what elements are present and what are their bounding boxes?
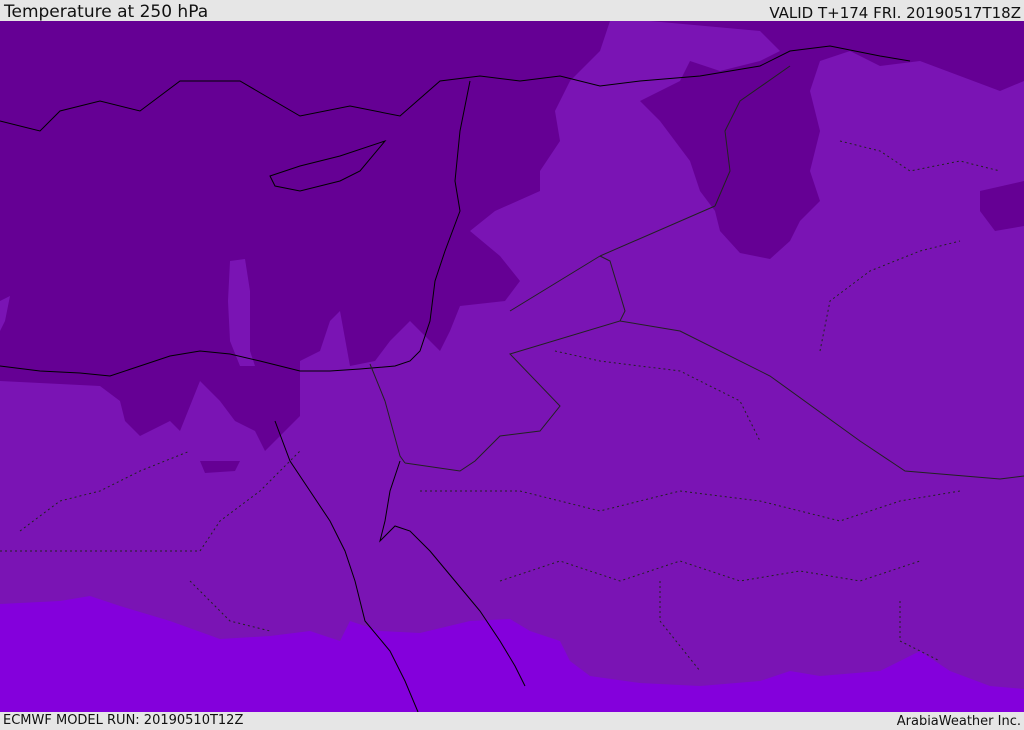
temperature-map[interactable] (0, 21, 1024, 712)
model-run-label: ECMWF MODEL RUN: 20190510T12Z (3, 713, 244, 728)
footer-bar: ECMWF MODEL RUN: 20190510T12Z ArabiaWeat… (0, 712, 1024, 729)
header-bar: Temperature at 250 hPa VALID T+174 FRI. … (0, 0, 1024, 21)
map-title: Temperature at 250 hPa (4, 2, 209, 22)
credit-label: ArabiaWeather Inc. (896, 714, 1021, 729)
valid-time-label: VALID T+174 FRI. 20190517T18Z (769, 4, 1021, 22)
